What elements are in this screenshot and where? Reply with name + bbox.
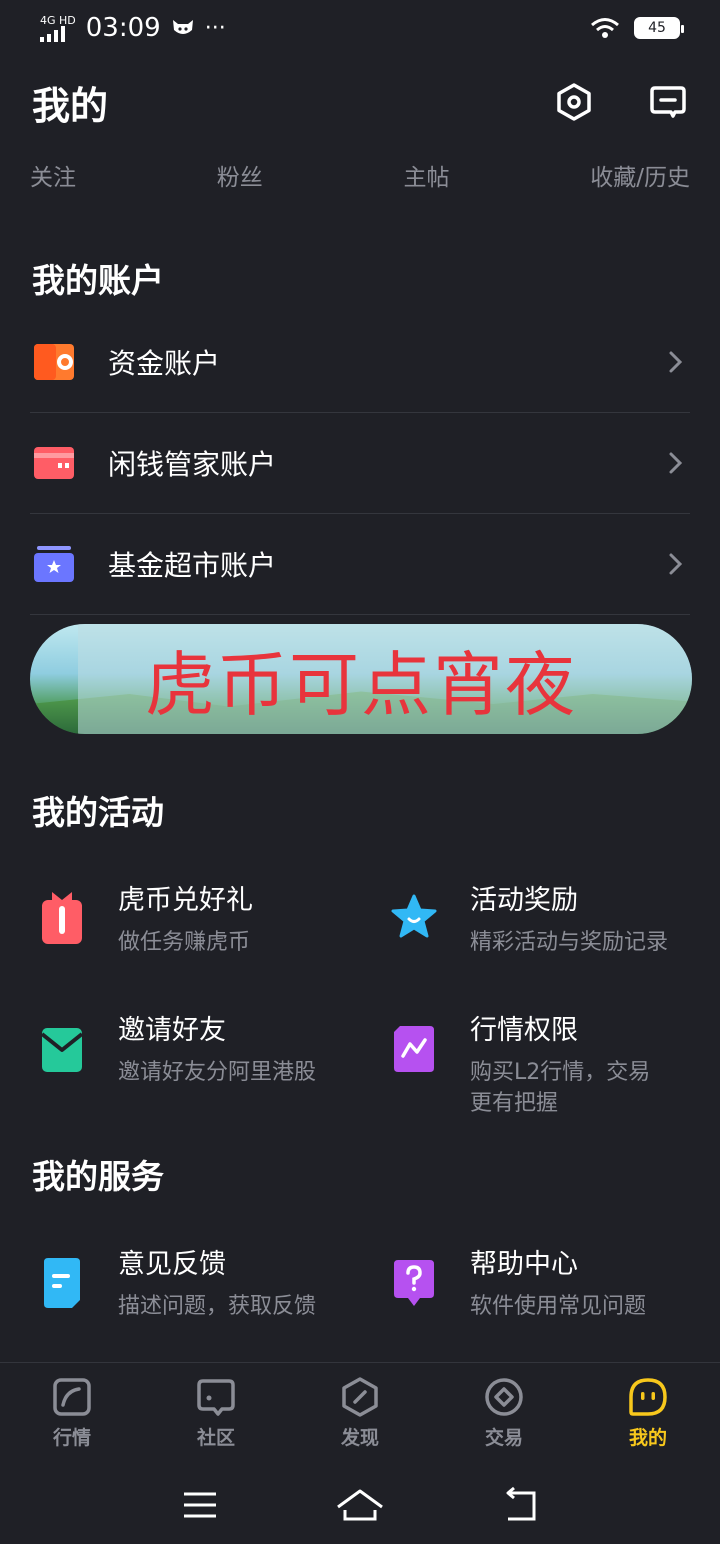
account-label-funds: 资金账户 xyxy=(108,347,221,380)
settings-button[interactable] xyxy=(554,82,594,122)
nav-label-discover: 发现 xyxy=(340,1427,379,1449)
wallet-icon xyxy=(34,344,74,380)
activity-sub-invite: 邀请好友分阿里港股 xyxy=(118,1060,317,1085)
account-row-idle-money[interactable]: 闲钱管家账户 xyxy=(30,413,690,514)
help-icon xyxy=(394,1260,434,1306)
chart-permission-icon xyxy=(394,1026,434,1072)
nav-item-trade[interactable]: 交易 xyxy=(432,1363,576,1466)
service-sub-feedback: 描述问题，获取反馈 xyxy=(118,1294,317,1319)
battery-icon: 45 xyxy=(634,17,684,39)
activity-item-tiger-coin[interactable]: 虎币兑好礼 做任务赚虎币 xyxy=(38,878,378,958)
network-type: 4G HD xyxy=(40,13,76,27)
me-icon xyxy=(629,1378,667,1416)
stat-following[interactable]: 关注 xyxy=(30,158,76,198)
market-icon xyxy=(53,1378,91,1416)
nav-label-market: 行情 xyxy=(52,1427,91,1449)
nav-label-me: 我的 xyxy=(628,1427,667,1449)
status-more: ··· xyxy=(204,15,226,41)
activity-sub-rewards: 精彩活动与奖励记录 xyxy=(470,930,669,955)
nav-label-community: 社区 xyxy=(196,1427,235,1449)
app-notification-icon xyxy=(172,20,193,34)
nav-item-market[interactable]: 行情 xyxy=(0,1363,144,1466)
banner-text: 虎币可点宵夜 xyxy=(145,643,577,726)
network-indicator: 4G HD xyxy=(40,15,76,42)
activity-title-invite: 邀请好友 xyxy=(118,1015,226,1046)
chevron-right-icon xyxy=(669,553,683,575)
chevron-right-icon xyxy=(669,452,683,474)
message-icon xyxy=(650,86,686,118)
section-title-services: 我的服务 xyxy=(32,1157,164,1196)
invite-envelope-icon xyxy=(40,1028,84,1072)
menu-icon[interactable] xyxy=(174,1485,226,1525)
settings-hex-icon xyxy=(557,83,591,121)
activity-sub-quote-permission: 购买L2行情，交易更有把握 xyxy=(470,1060,651,1116)
community-icon xyxy=(197,1379,235,1416)
wifi-icon xyxy=(591,18,619,38)
activity-title-quote-permission: 行情权限 xyxy=(470,1015,578,1046)
message-button[interactable] xyxy=(648,82,688,122)
nav-item-discover[interactable]: 发现 xyxy=(288,1363,432,1466)
account-row-funds[interactable]: 资金账户 xyxy=(30,312,690,413)
stat-followers[interactable]: 粉丝 xyxy=(217,158,263,198)
page-header: 我的 xyxy=(0,66,720,138)
signal-icon xyxy=(40,25,76,42)
promo-banner[interactable]: 虎币可点宵夜 xyxy=(30,624,692,734)
nav-item-me[interactable]: 我的 xyxy=(576,1363,720,1466)
service-sub-help: 软件使用常见问题 xyxy=(470,1294,647,1319)
activity-item-quote-permission[interactable]: 行情权限 购买L2行情，交易更有把握 xyxy=(390,1008,720,1119)
status-time: 03:09 xyxy=(85,13,161,43)
service-title-help: 帮助中心 xyxy=(470,1249,578,1280)
battery-level: 45 xyxy=(648,20,666,36)
nav-label-trade: 交易 xyxy=(484,1427,523,1449)
activity-sub-tiger-coin: 做任务赚虎币 xyxy=(118,930,251,955)
service-title-feedback: 意见反馈 xyxy=(118,1249,226,1280)
account-row-fund-market[interactable]: 基金超市账户 xyxy=(30,514,690,615)
home-icon[interactable] xyxy=(334,1485,386,1525)
section-title-accounts: 我的账户 xyxy=(32,261,164,300)
stat-posts[interactable]: 主帖 xyxy=(404,158,450,198)
activity-title-tiger-coin: 虎币兑好礼 xyxy=(118,885,253,916)
back-icon[interactable] xyxy=(494,1485,546,1525)
discover-icon xyxy=(342,1377,378,1417)
status-bar: 4G HD 03:09 ··· 45 xyxy=(0,0,720,56)
system-nav-bar xyxy=(0,1466,720,1544)
gift-icon xyxy=(42,892,82,944)
trade-icon xyxy=(485,1378,523,1416)
service-item-help[interactable]: 帮助中心 软件使用常见问题 xyxy=(390,1242,720,1322)
nav-item-community[interactable]: 社区 xyxy=(144,1363,288,1466)
section-title-activities: 我的活动 xyxy=(32,793,164,832)
feedback-icon xyxy=(44,1258,80,1308)
stat-favorites-history[interactable]: 收藏/历史 xyxy=(590,158,690,198)
service-item-feedback[interactable]: 意见反馈 描述问题，获取反馈 xyxy=(38,1242,378,1322)
bottom-nav: 行情 社区 发现 交易 我的 xyxy=(0,1362,720,1466)
card-icon xyxy=(34,447,74,479)
account-label-fund-market: 基金超市账户 xyxy=(108,549,277,582)
chevron-right-icon xyxy=(669,351,683,373)
activity-item-rewards[interactable]: 活动奖励 精彩活动与奖励记录 xyxy=(390,878,720,958)
fund-icon xyxy=(34,546,74,582)
activity-item-invite[interactable]: 邀请好友 邀请好友分阿里港股 xyxy=(38,1008,378,1088)
stats-row: 关注 粉丝 主帖 收藏/历史 xyxy=(0,158,720,198)
account-label-idle-money: 闲钱管家账户 xyxy=(108,448,277,481)
activity-title-rewards: 活动奖励 xyxy=(470,885,578,916)
page-title: 我的 xyxy=(32,83,109,128)
star-icon xyxy=(391,894,437,938)
account-list: 资金账户 闲钱管家账户 基金超市账户 xyxy=(30,312,690,615)
